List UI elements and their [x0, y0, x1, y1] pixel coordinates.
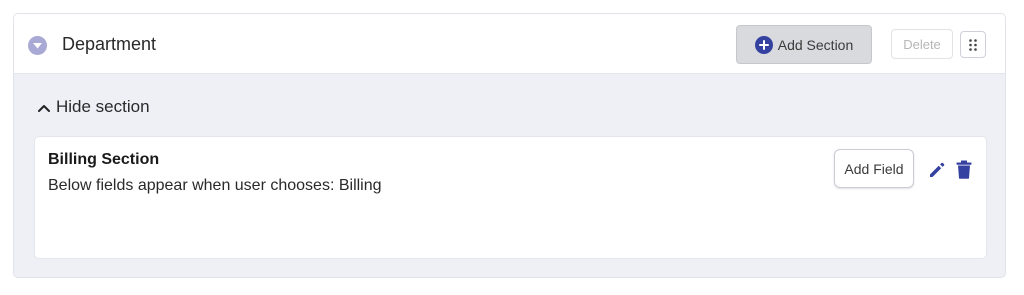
trash-icon[interactable]	[956, 160, 972, 179]
chevron-up-icon	[38, 97, 50, 117]
pencil-icon[interactable]	[928, 161, 946, 179]
department-card: Department Add Section Delete Hide secti…	[13, 13, 1006, 278]
add-section-label: Add Section	[777, 36, 854, 53]
add-section-button[interactable]: Add Section	[736, 25, 872, 64]
add-field-button[interactable]: Add Field	[834, 149, 914, 188]
delete-button[interactable]: Delete	[891, 29, 953, 59]
drag-handle-icon[interactable]	[960, 31, 986, 58]
hide-section-toggle[interactable]: Hide section	[38, 97, 150, 117]
page-title: Department	[62, 34, 157, 54]
plus-circle-icon	[754, 35, 773, 54]
card-header: Department Add Section Delete	[14, 14, 1005, 74]
hide-section-label: Hide section	[56, 97, 150, 116]
billing-section-card: Billing Section Below fields appear when…	[34, 136, 987, 259]
section-description: Below fields appear when user chooses: B…	[48, 177, 382, 194]
chevron-down-icon[interactable]	[28, 36, 47, 55]
section-title: Billing Section	[48, 151, 160, 168]
